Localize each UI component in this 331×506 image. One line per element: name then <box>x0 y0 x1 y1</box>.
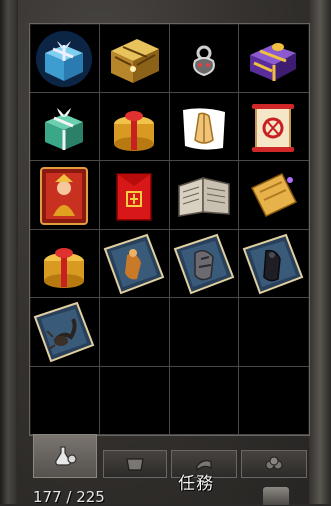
flask-icon <box>55 446 77 466</box>
inventory-slot[interactable] <box>99 92 170 161</box>
tab-equipment[interactable] <box>103 450 167 478</box>
tab-tooltip-label: 任務 <box>178 474 214 494</box>
open-book-icon <box>177 176 230 217</box>
inventory-count: 177 / 225 <box>33 488 105 506</box>
gold-ticket-icon <box>251 173 298 217</box>
inventory-slot-empty[interactable] <box>239 298 309 367</box>
red-scroll-icon <box>252 103 295 152</box>
inventory-slot-empty[interactable] <box>169 298 240 367</box>
tab-misc[interactable] <box>241 450 307 478</box>
inventory-slot[interactable] <box>239 230 309 298</box>
inventory-slot-empty[interactable] <box>99 298 170 367</box>
scorpion-card-icon <box>33 301 95 363</box>
purple-gift-box-icon <box>250 43 297 81</box>
inventory-grid-panel <box>29 23 310 436</box>
inventory-slot[interactable] <box>169 24 240 93</box>
inventory-slot[interactable] <box>169 229 240 298</box>
inventory-slot-empty[interactable] <box>99 366 170 435</box>
inventory-slot[interactable] <box>99 161 170 230</box>
gold-round-gift-icon <box>113 110 154 151</box>
inventory-slot[interactable] <box>99 24 170 93</box>
green-gift-box-icon <box>45 107 83 150</box>
inventory-grid <box>30 24 309 435</box>
tab-items[interactable] <box>33 434 97 478</box>
inventory-slot-empty[interactable] <box>239 367 309 435</box>
praying-hands-icon <box>182 107 225 150</box>
inventory-tabs <box>29 434 308 480</box>
inventory-slot[interactable] <box>30 229 100 298</box>
cluster-icon <box>265 456 283 470</box>
golden-treasure-chest-icon <box>110 39 159 83</box>
inventory-slot[interactable] <box>239 93 309 161</box>
inventory-slot[interactable] <box>99 229 170 298</box>
inventory-slot[interactable] <box>169 92 240 161</box>
pot-icon <box>126 458 144 471</box>
inventory-slot[interactable] <box>30 161 100 230</box>
inventory-slot[interactable] <box>30 92 100 161</box>
dark-armor-card-icon <box>242 233 304 294</box>
inventory-slot-empty[interactable] <box>169 366 240 435</box>
inventory-slot[interactable] <box>169 161 240 230</box>
gold-round-gift-2-icon <box>44 247 84 288</box>
scroll-handle[interactable] <box>262 486 290 506</box>
inventory-slot[interactable] <box>30 298 100 367</box>
inventory-slot[interactable] <box>30 24 100 93</box>
inventory-slot[interactable] <box>239 24 309 93</box>
silver-ornament-icon <box>192 45 215 77</box>
fortune-card-icon <box>40 167 88 225</box>
inventory-slot[interactable] <box>239 161 309 230</box>
inventory-slot-empty[interactable] <box>30 366 100 435</box>
blue-gift-box-icon <box>36 31 92 87</box>
red-envelope-icon <box>116 173 152 221</box>
armor-card-icon <box>173 233 234 294</box>
costume-card-icon <box>103 233 165 294</box>
